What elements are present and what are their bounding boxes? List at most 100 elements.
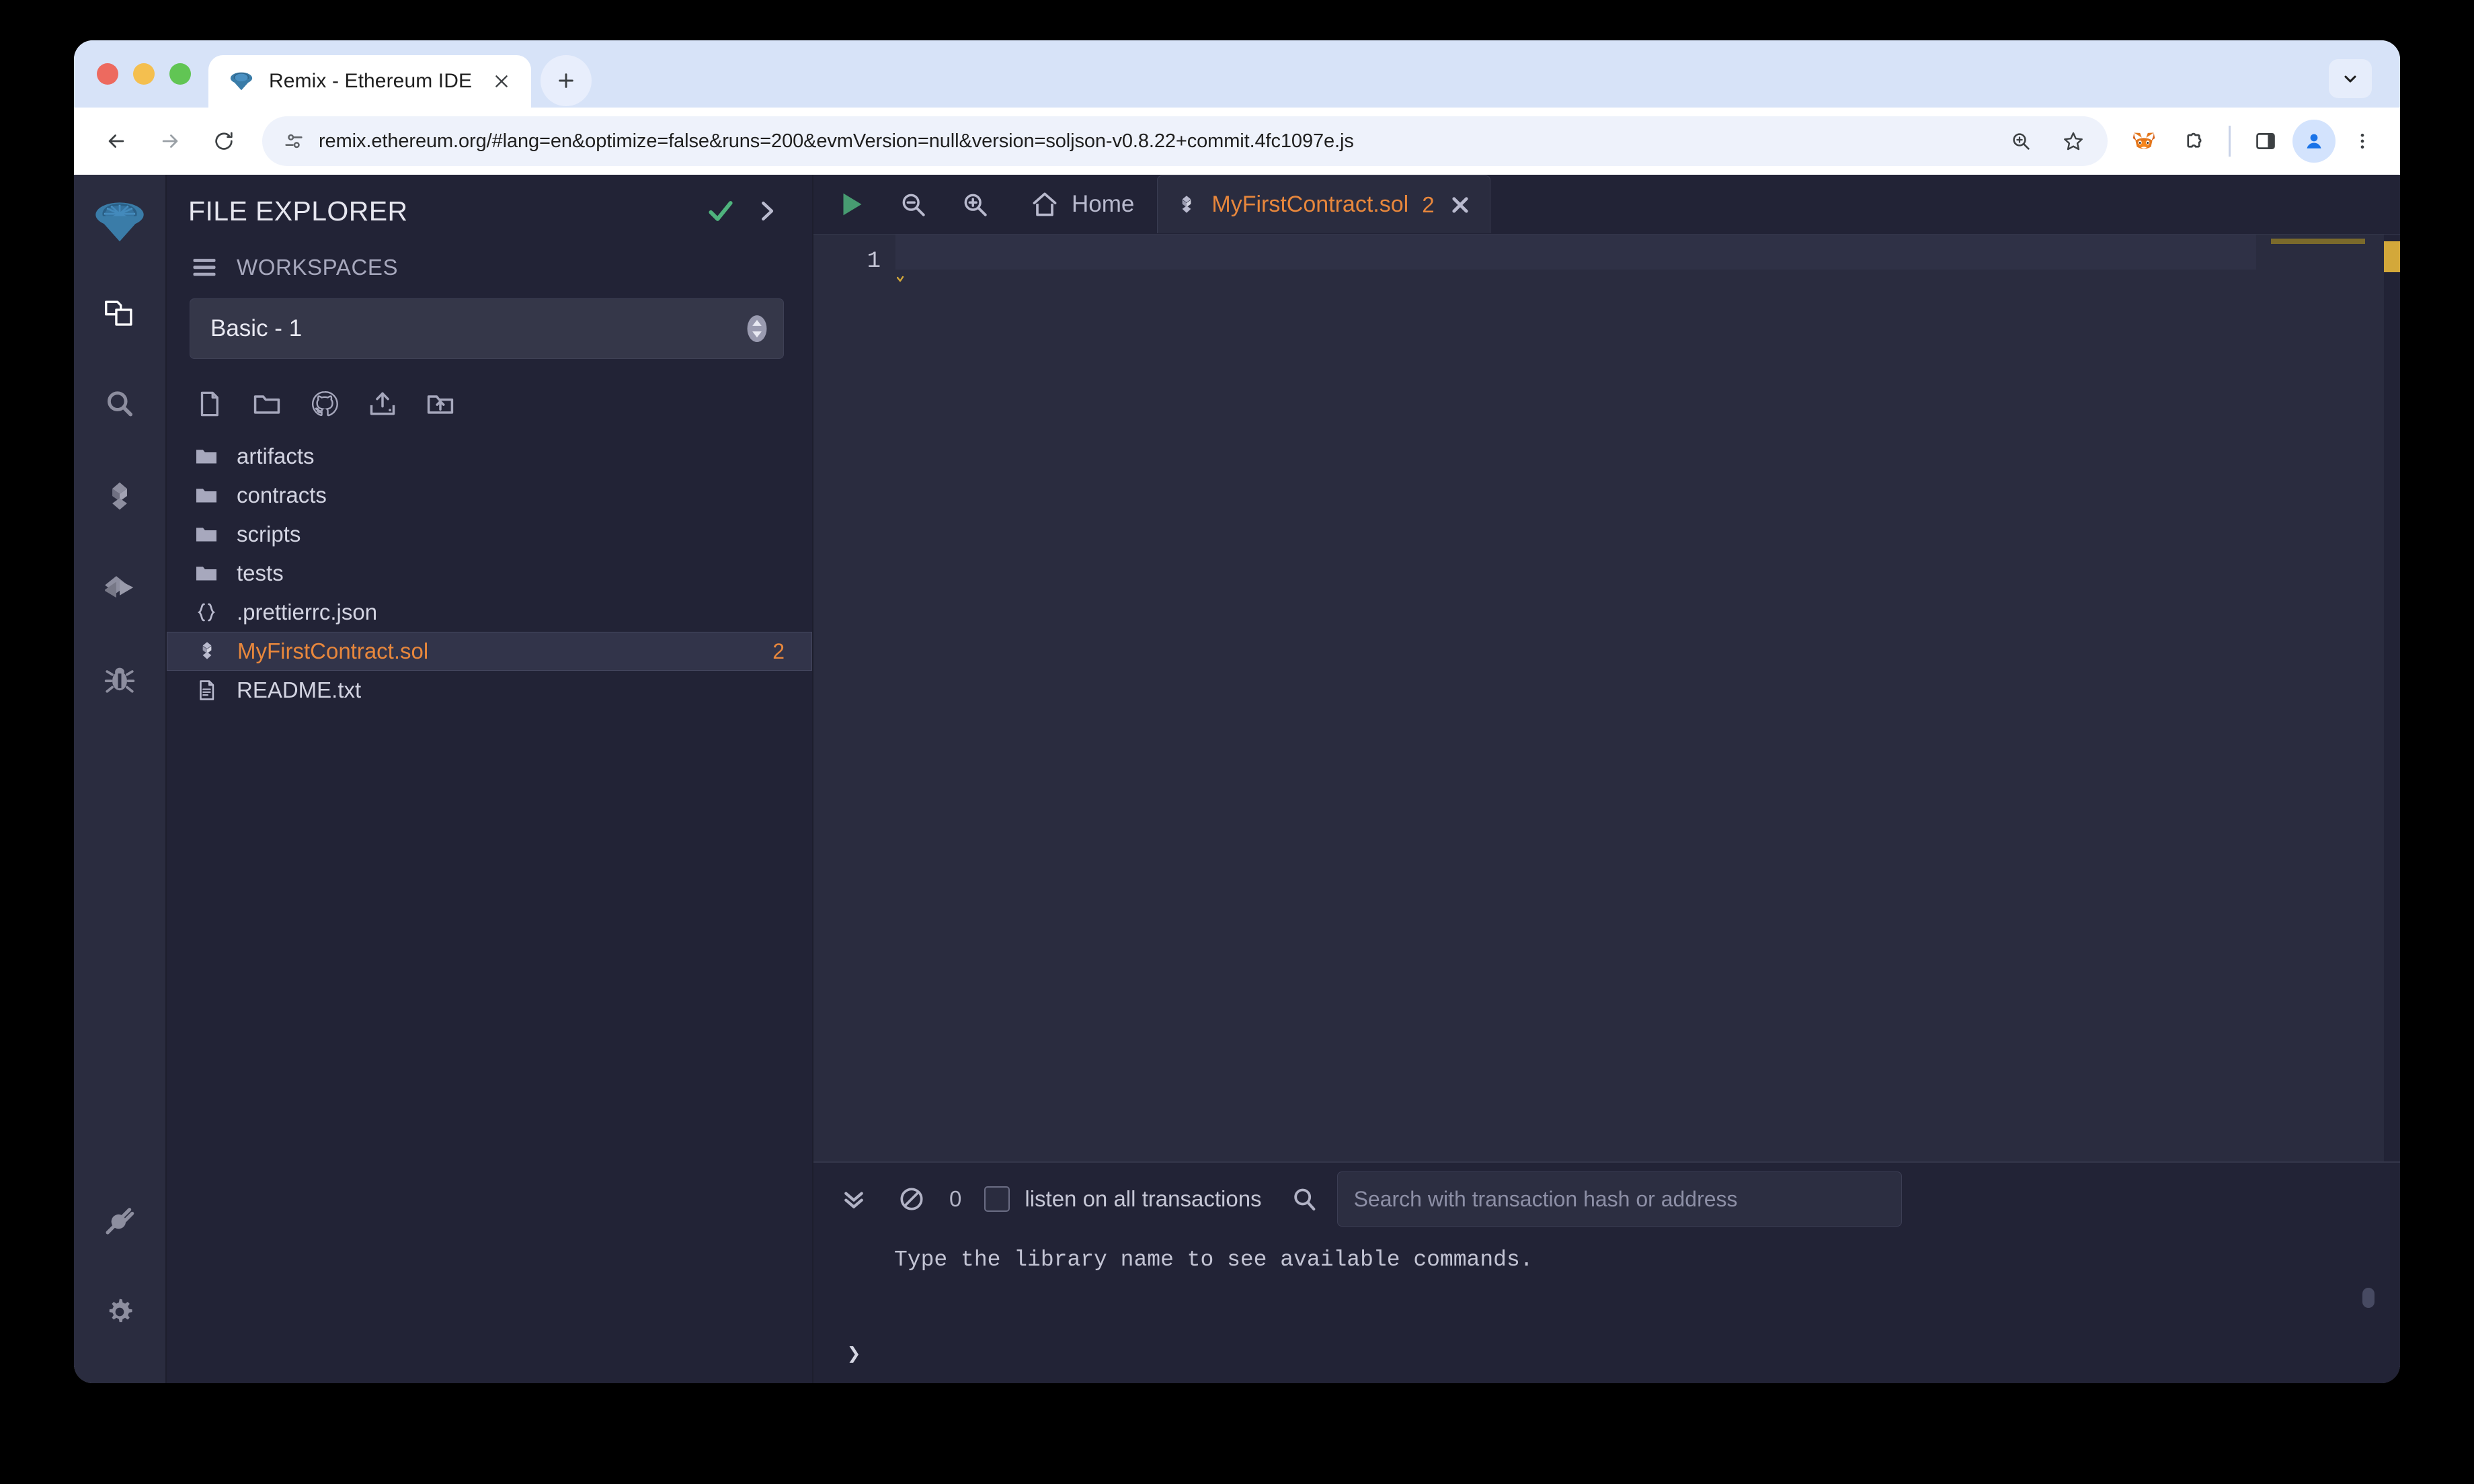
editor-overview-ruler[interactable] [2384,235,2400,1161]
editor-minimap[interactable] [2256,235,2384,1161]
editor-and-terminal: Home MyFirstContract.sol 2 1 0 listen on… [813,175,2400,1383]
home-tab-label: Home [1072,191,1135,217]
new-file-icon[interactable] [194,388,225,419]
page-title: FILE EXPLORER [188,195,408,226]
hamburger-menu-icon[interactable] [190,253,219,282]
terminal-line: Type the library name to see available c… [894,1247,1533,1272]
file-explorer-header: FILE EXPLORER [167,175,812,235]
line-number-gutter: 1 [813,235,895,1161]
sidebar-item-debugger[interactable] [86,645,153,712]
browser-tab-title: Remix - Ethereum IDE [269,70,473,92]
terminal-count: 0 [949,1186,962,1211]
json-braces-icon [194,600,219,625]
code-line [895,244,2256,282]
tree-item-scripts[interactable]: scripts [167,515,812,554]
new-tab-button[interactable] [541,55,592,106]
upload-gist-icon[interactable] [367,388,398,419]
zoom-in-icon[interactable] [1999,119,2043,163]
line-number: 1 [867,249,881,274]
play-run-icon[interactable] [827,180,875,229]
text-file-icon [194,677,219,703]
reload-button[interactable] [199,116,249,166]
browser-window: Remix - Ethereum IDE remix.ethereum.org/… [74,40,2400,1383]
minimize-window-button[interactable] [133,63,155,85]
tab-search-button[interactable] [2329,59,2372,98]
tree-item-contracts[interactable]: contracts [167,476,812,515]
tree-item-myfirstcontract-sol[interactable]: MyFirstContract.sol 2 [167,632,812,671]
workspaces-label: WORKSPACES [237,255,399,280]
stepper-updown-icon[interactable] [746,314,768,343]
tree-item-tests[interactable]: tests [167,554,812,593]
sidebar-item-plugin-manager[interactable] [86,1187,153,1254]
sidebar-item-solidity-compiler[interactable] [86,462,153,530]
browser-tab[interactable]: Remix - Ethereum IDE [208,55,532,108]
listen-all-transactions-checkbox[interactable] [984,1186,1010,1212]
tree-item-prettierrc-json[interactable]: .prettierrc.json [167,593,812,632]
home-tab[interactable]: Home [1022,184,1142,224]
double-chevron-down-icon[interactable] [836,1182,871,1217]
tree-item-label: artifacts [237,444,315,468]
checkmark-icon[interactable] [703,194,738,229]
close-window-button[interactable] [97,63,118,85]
terminal-output-lines: Type the library name to see available c… [813,1242,2400,1278]
browser-tab-strip: Remix - Ethereum IDE [74,40,2400,108]
omnibox-actions [1999,119,2101,163]
close-icon[interactable] [487,67,516,96]
zoom-in-icon[interactable] [951,180,999,229]
editor-file-tab[interactable]: MyFirstContract.sol 2 [1157,175,1490,233]
terminal-prompt[interactable]: ❯ [847,1340,861,1368]
remix-ide: FILE EXPLORER WORKSPACES Basic - 1 artif… [74,175,2400,1383]
tree-item-label: scripts [237,522,301,546]
metamask-extension-icon[interactable] [2121,118,2167,164]
new-folder-icon[interactable] [251,388,282,419]
forward-button[interactable] [145,116,195,166]
editor-tab-bar: Home MyFirstContract.sol 2 [813,175,2400,234]
editor-file-tab-label: MyFirstContract.sol [1211,192,1409,217]
tree-item-label: .prettierrc.json [237,600,378,624]
folder-icon [194,561,219,586]
folder-icon [194,522,219,547]
chrome-menu-icon[interactable] [2340,118,2385,164]
back-button[interactable] [91,116,141,166]
toolbar-divider [2229,126,2231,157]
search-icon[interactable] [1289,1184,1320,1214]
github-icon[interactable] [309,388,340,419]
workspace-select[interactable]: Basic - 1 [190,298,784,359]
terminal-toolbar: 0 listen on all transactions Search with… [813,1163,2400,1235]
listen-all-transactions-label: listen on all transactions [1025,1186,1262,1211]
folder-icon [194,444,219,469]
sidebar-item-settings[interactable] [86,1278,153,1346]
solidity-file-icon [1175,194,1198,216]
chevron-right-icon[interactable] [749,194,784,229]
tree-item-badge: 2 [772,638,785,663]
maximize-window-button[interactable] [169,63,191,85]
browser-toolbar: remix.ethereum.org/#lang=en&optimize=fal… [74,108,2400,175]
terminal-panel: 0 listen on all transactions Search with… [813,1161,2400,1383]
close-icon[interactable] [1448,193,1472,217]
transaction-search-input[interactable]: Search with transaction hash or address [1336,1171,1902,1227]
remix-logo-icon[interactable] [86,190,153,257]
tree-item-label: tests [237,561,284,585]
code-editor[interactable]: 1 [813,234,2400,1161]
star-icon[interactable] [2051,119,2096,163]
address-bar[interactable]: remix.ethereum.org/#lang=en&optimize=fal… [262,116,2108,166]
zoom-out-icon[interactable] [889,180,937,229]
sidebar-item-file-explorer[interactable] [86,280,153,347]
tree-item-readme-txt[interactable]: README.txt [167,671,812,710]
sidebar-item-search[interactable] [86,371,153,438]
tree-item-artifacts[interactable]: artifacts [167,437,812,476]
terminal-output[interactable]: Type the library name to see available c… [813,1235,2400,1383]
workspaces-row: WORKSPACES [167,235,812,294]
editor-file-tab-badge: 2 [1422,192,1435,217]
code-content[interactable] [895,235,2256,1161]
overview-warning-marker [2384,241,2400,272]
extensions-puzzle-icon[interactable] [2171,118,2217,164]
page-settings-icon[interactable] [282,130,305,153]
upload-folder-icon[interactable] [425,388,456,419]
sidebar-item-deploy-run[interactable] [86,554,153,621]
clear-console-icon[interactable] [894,1182,929,1217]
file-explorer-panel: FILE EXPLORER WORKSPACES Basic - 1 artif… [167,175,813,1383]
profile-avatar-icon[interactable] [2292,120,2336,163]
terminal-scrollbar-thumb[interactable] [2362,1288,2375,1308]
side-panel-icon[interactable] [2243,118,2288,164]
